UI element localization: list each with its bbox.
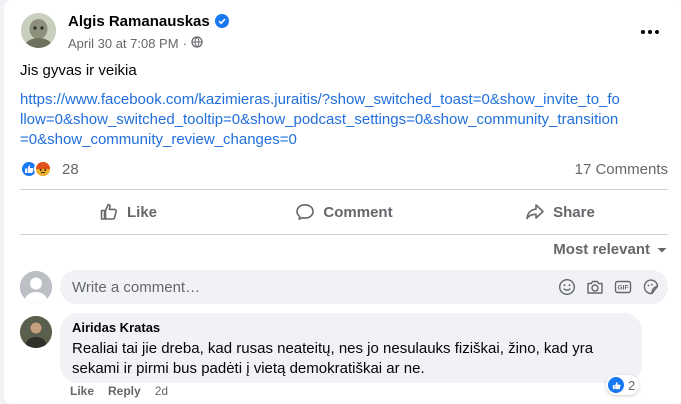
post-author-name[interactable]: Algis Ramanauskas	[68, 13, 210, 30]
comment-bubble: Airidas Kratas Realiai tai jie dreba, ka…	[60, 313, 642, 383]
share-label: Share	[553, 203, 595, 221]
camera-icon[interactable]	[586, 278, 604, 296]
gif-icon[interactable]: GIF	[614, 278, 632, 296]
post-timestamp[interactable]: April 30 at 7:08 PM	[68, 36, 179, 51]
comment-composer: GIF	[60, 270, 668, 304]
globe-icon	[191, 36, 203, 51]
verified-badge-icon	[215, 14, 229, 28]
reactions-count: 28	[62, 160, 79, 178]
comment-button[interactable]: Comment	[236, 193, 452, 231]
comment-reactions[interactable]: 2	[606, 375, 640, 395]
share-icon	[526, 204, 544, 220]
commenter-avatar[interactable]	[20, 316, 52, 348]
divider	[20, 189, 668, 190]
current-user-avatar[interactable]	[20, 271, 52, 303]
more-options-button[interactable]	[640, 22, 660, 42]
comment-actions: Like Reply 2d	[70, 384, 168, 398]
composer-tools: GIF	[558, 278, 660, 296]
commenter-name[interactable]: Airidas Kratas	[72, 320, 630, 335]
post-meta: April 30 at 7:08 PM ·	[68, 36, 203, 51]
post-card: Algis Ramanauskas April 30 at 7:08 PM · …	[4, 0, 681, 404]
comment-text: Realiai tai jie dreba, kad rusas neateit…	[72, 340, 594, 377]
share-button[interactable]: Share	[452, 193, 668, 231]
comment-reply-link[interactable]: Reply	[108, 384, 141, 398]
comment-age[interactable]: 2d	[155, 384, 168, 398]
angry-icon	[34, 160, 52, 178]
post-link[interactable]: https://www.facebook.com/kazimieras.jura…	[20, 90, 620, 150]
like-button[interactable]: Like	[20, 193, 236, 231]
like-icon	[608, 377, 624, 393]
comment-label: Comment	[323, 203, 393, 221]
emoji-icon[interactable]	[558, 278, 576, 296]
author-avatar[interactable]	[21, 13, 56, 48]
comment-input[interactable]	[72, 278, 542, 296]
svg-text:GIF: GIF	[618, 285, 629, 292]
reactions-summary[interactable]: 28	[20, 160, 79, 178]
comment-icon	[296, 204, 315, 220]
sort-label: Most relevant	[553, 241, 650, 258]
divider	[20, 234, 668, 235]
thumbs-up-icon	[100, 203, 117, 220]
like-label: Like	[126, 203, 157, 221]
comments-count-link[interactable]: 17 Comments	[575, 161, 668, 178]
meta-separator: ·	[182, 36, 187, 51]
comment-like-link[interactable]: Like	[70, 384, 94, 398]
post-actions-bar: Like Comment Share	[20, 193, 668, 231]
comment-reactions-count: 2	[628, 377, 636, 393]
comment-sort-dropdown[interactable]: Most relevant	[553, 241, 668, 258]
sticker-icon[interactable]	[642, 278, 660, 296]
caret-down-icon	[657, 247, 667, 252]
post-text: Jis gyvas ir veikia	[20, 62, 137, 79]
